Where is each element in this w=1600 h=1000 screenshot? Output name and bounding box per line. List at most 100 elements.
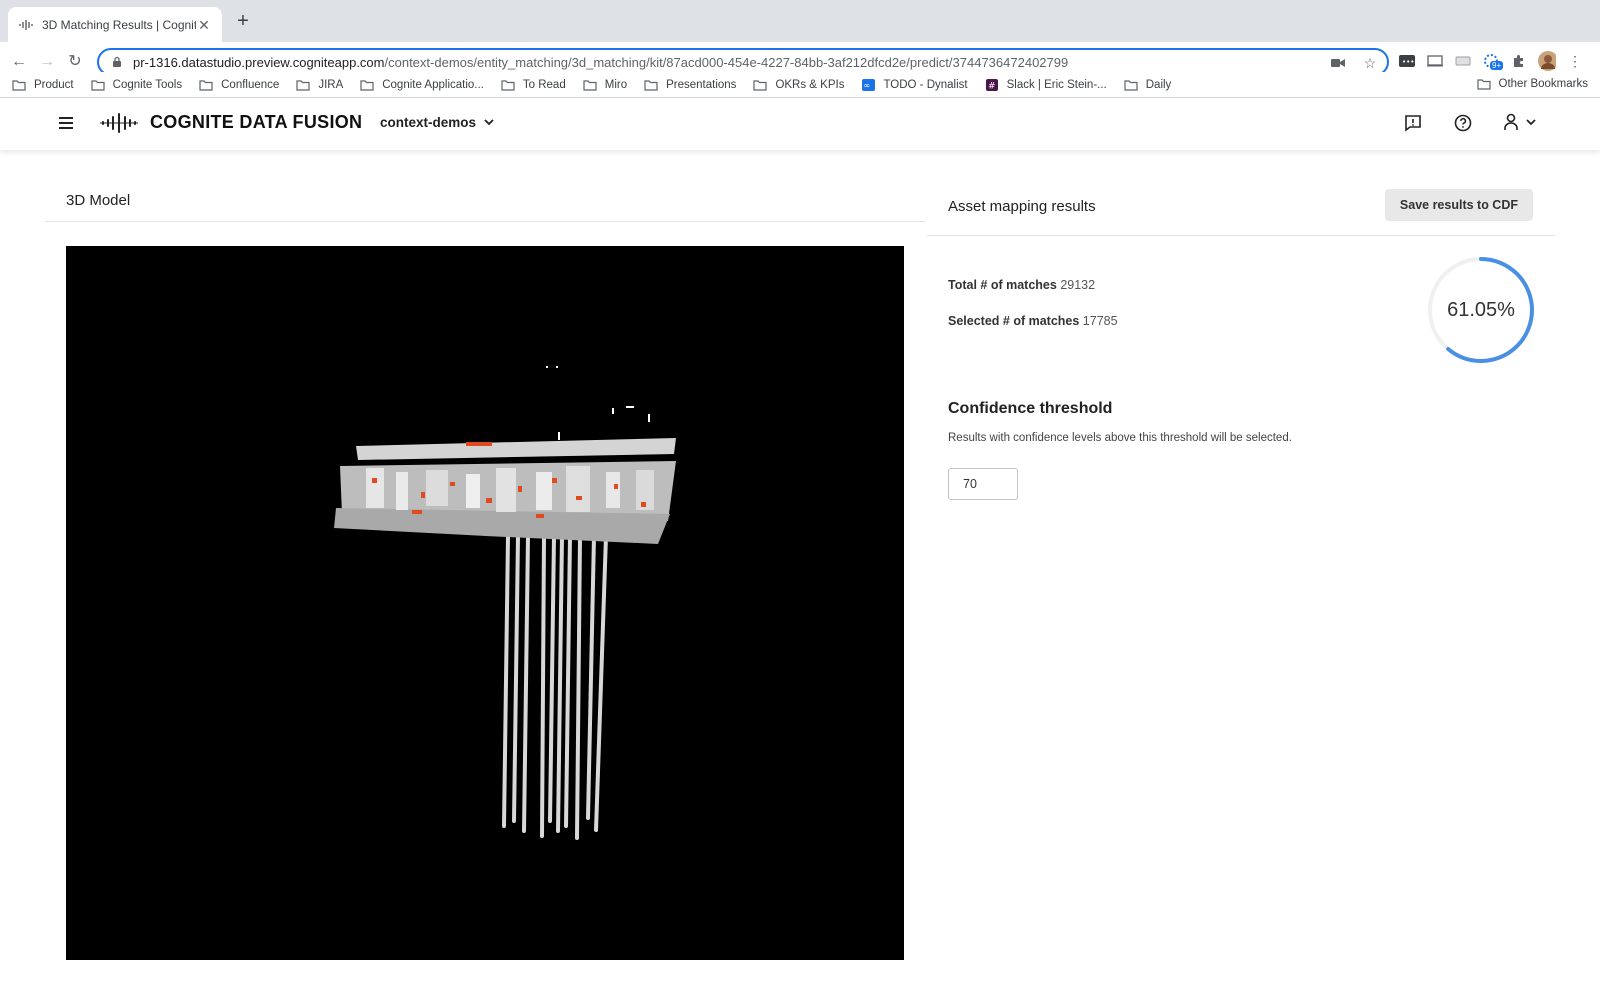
folder-icon	[1124, 79, 1138, 91]
browser-menu-icon[interactable]: ⋮	[1566, 52, 1584, 70]
menu-hamburger-icon[interactable]	[57, 114, 75, 132]
bookmark-item[interactable]: Daily	[1124, 78, 1172, 91]
other-bookmarks-label: Other Bookmarks	[1498, 78, 1588, 90]
results-panel-header: Asset mapping results Save results to CD…	[927, 180, 1555, 236]
total-matches-label: Total # of matches	[948, 278, 1057, 292]
help-icon[interactable]	[1452, 112, 1474, 134]
user-menu[interactable]	[1502, 112, 1536, 132]
forward-icon[interactable]: →	[37, 52, 57, 72]
folder-icon	[91, 79, 105, 91]
slack-icon: #	[985, 78, 998, 91]
dynalist-icon: ∞	[862, 78, 876, 91]
results-panel-title: Asset mapping results	[948, 198, 1096, 215]
extension-password-icon[interactable]: •••	[1398, 52, 1416, 70]
model-panel-title: 3D Model	[66, 192, 131, 209]
results-panel: Asset mapping results Save results to CD…	[927, 180, 1555, 500]
confidence-threshold-title: Confidence threshold	[948, 400, 1113, 417]
bookmark-label: TODO - Dynalist	[883, 78, 968, 91]
model-panel: 3D Model	[45, 180, 925, 222]
divider	[45, 221, 925, 222]
feedback-icon[interactable]	[1402, 112, 1424, 134]
platform-deck	[334, 366, 676, 544]
project-selector[interactable]: context-demos	[380, 115, 494, 130]
save-results-button[interactable]: Save results to CDF	[1384, 189, 1533, 221]
folder-icon	[583, 79, 597, 91]
bookmark-label: Confluence	[221, 78, 280, 91]
bookmark-label: Cognite Tools	[112, 78, 183, 91]
folder-icon	[360, 79, 374, 91]
platform-legs	[502, 534, 608, 840]
selected-matches-label: Selected # of matches	[948, 314, 1080, 328]
bookmark-item[interactable]: JIRA	[296, 79, 343, 91]
cognite-favicon-icon	[18, 17, 34, 33]
selected-matches: Selected # of matches 17785	[948, 314, 1118, 328]
bookmark-star-icon[interactable]: ☆	[1361, 54, 1379, 72]
other-bookmarks[interactable]: Other Bookmarks	[1476, 78, 1588, 90]
cognite-logo-icon	[100, 113, 138, 133]
bookmark-item[interactable]: Miro	[583, 79, 627, 91]
user-icon	[1504, 113, 1518, 130]
lock-icon	[113, 56, 121, 67]
selected-matches-value: 17785	[1082, 314, 1118, 328]
svg-text:#: #	[988, 81, 996, 91]
bookmark-label: Miro	[604, 78, 628, 91]
folder-icon	[501, 79, 515, 91]
browser-tabstrip: 3D Matching Results | Cognite ✕ +	[0, 0, 1600, 42]
bookmark-label: JIRA	[318, 78, 344, 91]
3d-model-render	[334, 366, 676, 840]
bookmark-label: OKRs & KPIs	[775, 78, 845, 91]
total-matches-value: 29132	[1060, 278, 1096, 292]
svg-text:•••: •••	[1402, 58, 1414, 66]
svg-text:∞: ∞	[864, 81, 871, 90]
bookmark-label: Daily	[1145, 78, 1172, 91]
bookmark-item[interactable]: Presentations	[644, 79, 736, 91]
bookmark-item[interactable]: Confluence	[199, 79, 279, 91]
bookmark-item[interactable]: Product	[12, 79, 74, 91]
folder-icon	[199, 79, 213, 91]
app-header: COGNITE DATA FUSION context-demos	[0, 98, 1600, 150]
folder-icon	[1476, 79, 1491, 90]
chevron-down-icon	[484, 119, 494, 126]
confidence-threshold-description: Results with confidence levels above thi…	[948, 432, 1292, 444]
match-percentage-text: 61.05%	[1447, 298, 1515, 321]
project-name: context-demos	[380, 115, 477, 130]
bookmark-label: Cognite Applicatio...	[382, 78, 484, 91]
tab-close-icon[interactable]: ✕	[196, 17, 212, 33]
match-percentage-gauge: 61.05%	[1426, 255, 1536, 365]
url-text: pr-1316.datastudio.preview.cogniteapp.co…	[133, 55, 1068, 70]
folder-icon	[12, 79, 26, 91]
bookmark-item[interactable]: # Slack | Eric Stein-...	[985, 78, 1107, 91]
bookmarks-bar: Product Cognite Tools Confluence JIRA Cognit…	[0, 72, 1600, 98]
extensions-puzzle-icon[interactable]	[1510, 52, 1528, 70]
brand-title: COGNITE DATA FUSION	[150, 112, 363, 132]
extension-badge: 9+	[1490, 61, 1504, 70]
extension-notification-icon[interactable]: 9+	[1482, 52, 1504, 70]
bookmark-item[interactable]: To Read	[501, 79, 566, 91]
bookmark-label: Slack | Eric Stein-...	[1006, 78, 1107, 91]
3d-model-viewer[interactable]	[66, 246, 904, 960]
bookmark-label: To Read	[522, 78, 566, 91]
url-host: pr-1316.datastudio.preview.cogniteapp.co…	[133, 54, 385, 70]
folder-icon	[296, 79, 310, 91]
back-icon[interactable]: ←	[9, 52, 29, 72]
extension-media-icon[interactable]	[1454, 52, 1472, 70]
bookmark-item[interactable]: OKRs & KPIs	[753, 79, 844, 91]
new-tab-icon[interactable]: +	[233, 11, 253, 32]
profile-avatar-icon[interactable]	[1538, 51, 1556, 71]
extension-cast-icon[interactable]	[1426, 52, 1444, 70]
confidence-threshold-input[interactable]	[948, 468, 1018, 500]
total-matches: Total # of matches 29132	[948, 278, 1095, 292]
folder-icon	[753, 79, 768, 91]
browser-tab[interactable]: 3D Matching Results | Cognite ✕	[8, 7, 222, 42]
chevron-down-icon	[1526, 118, 1536, 125]
url-path: /context-demos/entity_matching/3d_matchi…	[384, 54, 1069, 70]
camera-icon[interactable]	[1329, 54, 1347, 72]
bookmark-label: Product	[34, 78, 74, 91]
bookmark-label: Presentations	[666, 78, 737, 91]
bookmark-item[interactable]: Cognite Applicatio...	[360, 79, 484, 91]
bookmark-item[interactable]: Cognite Tools	[91, 79, 182, 91]
bookmark-item[interactable]: ∞ TODO - Dynalist	[861, 78, 968, 91]
folder-icon	[644, 79, 658, 91]
reload-icon[interactable]: ↻	[65, 52, 85, 72]
tab-title: 3D Matching Results | Cognite	[42, 17, 196, 32]
